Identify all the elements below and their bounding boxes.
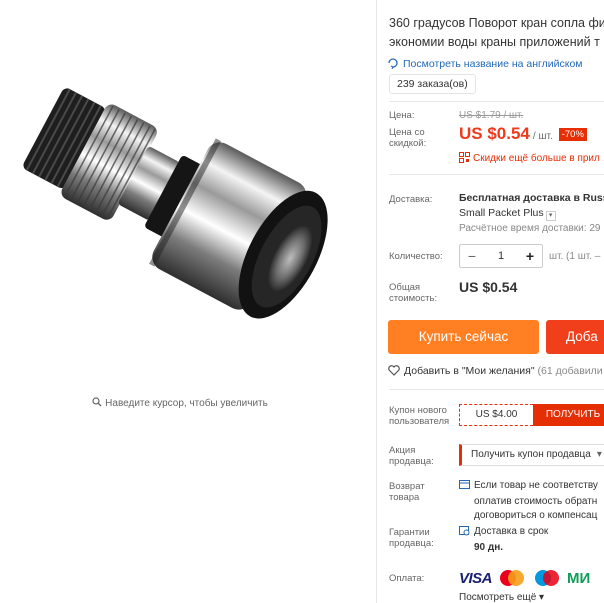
new-user-coupon: US $4.00 ПОЛУЧИТЬ	[459, 404, 604, 426]
chevron-down-icon: ▾	[596, 449, 602, 460]
quantity-input[interactable]: 1	[484, 245, 518, 267]
quantity-stepper: − 1 +	[459, 244, 543, 268]
quantity-decrease-button[interactable]: −	[460, 245, 484, 267]
shipping-label: Доставка:	[389, 194, 433, 205]
old-price: US $1.79 / шт.	[459, 110, 524, 121]
shipping-service-text: Small Packet Plus	[459, 207, 544, 219]
new-user-coupon-label: Купон нового пользователя	[389, 405, 450, 427]
divider	[389, 389, 604, 390]
buy-now-button[interactable]: Купить сейчас	[388, 320, 539, 354]
app-promo-text: Скидки ещё больше в прил	[473, 153, 600, 164]
returns-label: Возврат товара	[389, 481, 425, 503]
translate-title-text: Посмотреть название на английском	[403, 58, 583, 70]
guarantee-days: 90 дн.	[474, 542, 504, 553]
seller-promo-label: Акция продавца:	[389, 445, 434, 467]
mir-logo: МИ	[567, 569, 591, 587]
divider	[389, 101, 604, 102]
total-label: Общая стоимость:	[389, 282, 438, 304]
product-page: Наведите курсор, чтобы увеличить 360 гра…	[0, 0, 604, 603]
quantity-note: шт. (1 шт. –	[549, 251, 601, 262]
product-title: 360 градусов Поворот кран сопла фи эконо…	[389, 14, 604, 52]
mastercard-icon	[497, 568, 527, 588]
delivery-clock-icon	[459, 525, 470, 541]
chevron-down-icon: ▾	[545, 211, 556, 221]
total-price: US $0.54	[459, 279, 518, 295]
returns-line1: Если товар не соответству	[474, 480, 598, 491]
product-title-line1: 360 градусов Поворот кран сопла фи	[389, 16, 604, 30]
discount-price-row: US $0.54/ шт. -70%	[459, 124, 587, 144]
seller-coupon-dropdown[interactable]: Получить купон продавца ▾	[459, 444, 604, 466]
shipping-service[interactable]: Small Packet Plus ▾	[459, 207, 556, 221]
seller-guarantee-label: Гарантии продавца:	[389, 527, 434, 549]
product-info: 360 градусов Поворот кран сопла фи эконо…	[376, 0, 604, 603]
visa-logo: VISA	[459, 569, 493, 587]
returns-info: Если товар не соответству оплатив стоимо…	[459, 479, 598, 523]
seller-guarantee-info: Доставка в срок 90 дн.	[459, 525, 548, 555]
chevron-down-icon: ▾	[539, 592, 545, 603]
add-to-cart-button[interactable]: Доба	[546, 320, 604, 354]
translate-title-link[interactable]: Посмотреть название на английском	[387, 57, 583, 72]
returns-line2: оплатив стоимость обратн	[474, 496, 598, 507]
guarantee-text: Доставка в срок	[474, 526, 549, 537]
heart-icon	[388, 365, 400, 379]
returns-line3: договориться о компенсац	[474, 510, 598, 521]
zoom-hint-text: Наведите курсор, чтобы увеличить	[105, 398, 268, 409]
payment-label: Оплата:	[389, 573, 425, 584]
shipping-time: Расчётное время доставки: 29	[459, 223, 601, 234]
wishlist-text: Добавить в "Мои желания"	[404, 365, 535, 377]
product-title-line2: экономии воды краны приложений т	[389, 35, 600, 49]
payment-more-link[interactable]: Посмотреть ещё ▾	[459, 592, 544, 603]
divider	[389, 174, 604, 175]
wishlist-count: (61 добавили	[537, 365, 603, 377]
discount-badge: -70%	[558, 128, 587, 141]
shipping-method: Бесплатная доставка в Russi	[459, 192, 604, 204]
product-gallery: Наведите курсор, чтобы увеличить	[0, 0, 372, 603]
magnifier-icon	[92, 397, 102, 410]
return-policy-icon	[459, 479, 470, 495]
discount-price: US $0.54	[459, 124, 530, 143]
app-promo-link[interactable]: Скидки ещё больше в прил	[459, 152, 600, 166]
quantity-label: Количество:	[389, 251, 443, 262]
orders-count: 239 заказа(ов)	[389, 74, 476, 94]
qr-code-icon	[459, 152, 470, 166]
zoom-hint: Наведите курсор, чтобы увеличить	[0, 397, 360, 410]
maestro-icon	[532, 568, 562, 588]
coupon-amount: US $4.00	[459, 404, 533, 426]
price-unit: / шт.	[532, 131, 553, 142]
translate-icon	[387, 57, 399, 72]
seller-coupon-text: Получить купон продавца	[471, 449, 591, 460]
quantity-increase-button[interactable]: +	[518, 245, 542, 267]
get-coupon-button[interactable]: ПОЛУЧИТЬ	[533, 404, 604, 426]
product-image[interactable]	[0, 60, 372, 360]
price-label: Цена:	[389, 110, 415, 121]
payment-methods: VISA МИ	[459, 568, 590, 588]
discount-price-label: Цена со скидкой:	[389, 127, 427, 149]
add-to-wishlist-link[interactable]: Добавить в "Мои желания" (61 добавили	[388, 365, 603, 379]
payment-more-text: Посмотреть ещё	[459, 592, 537, 603]
